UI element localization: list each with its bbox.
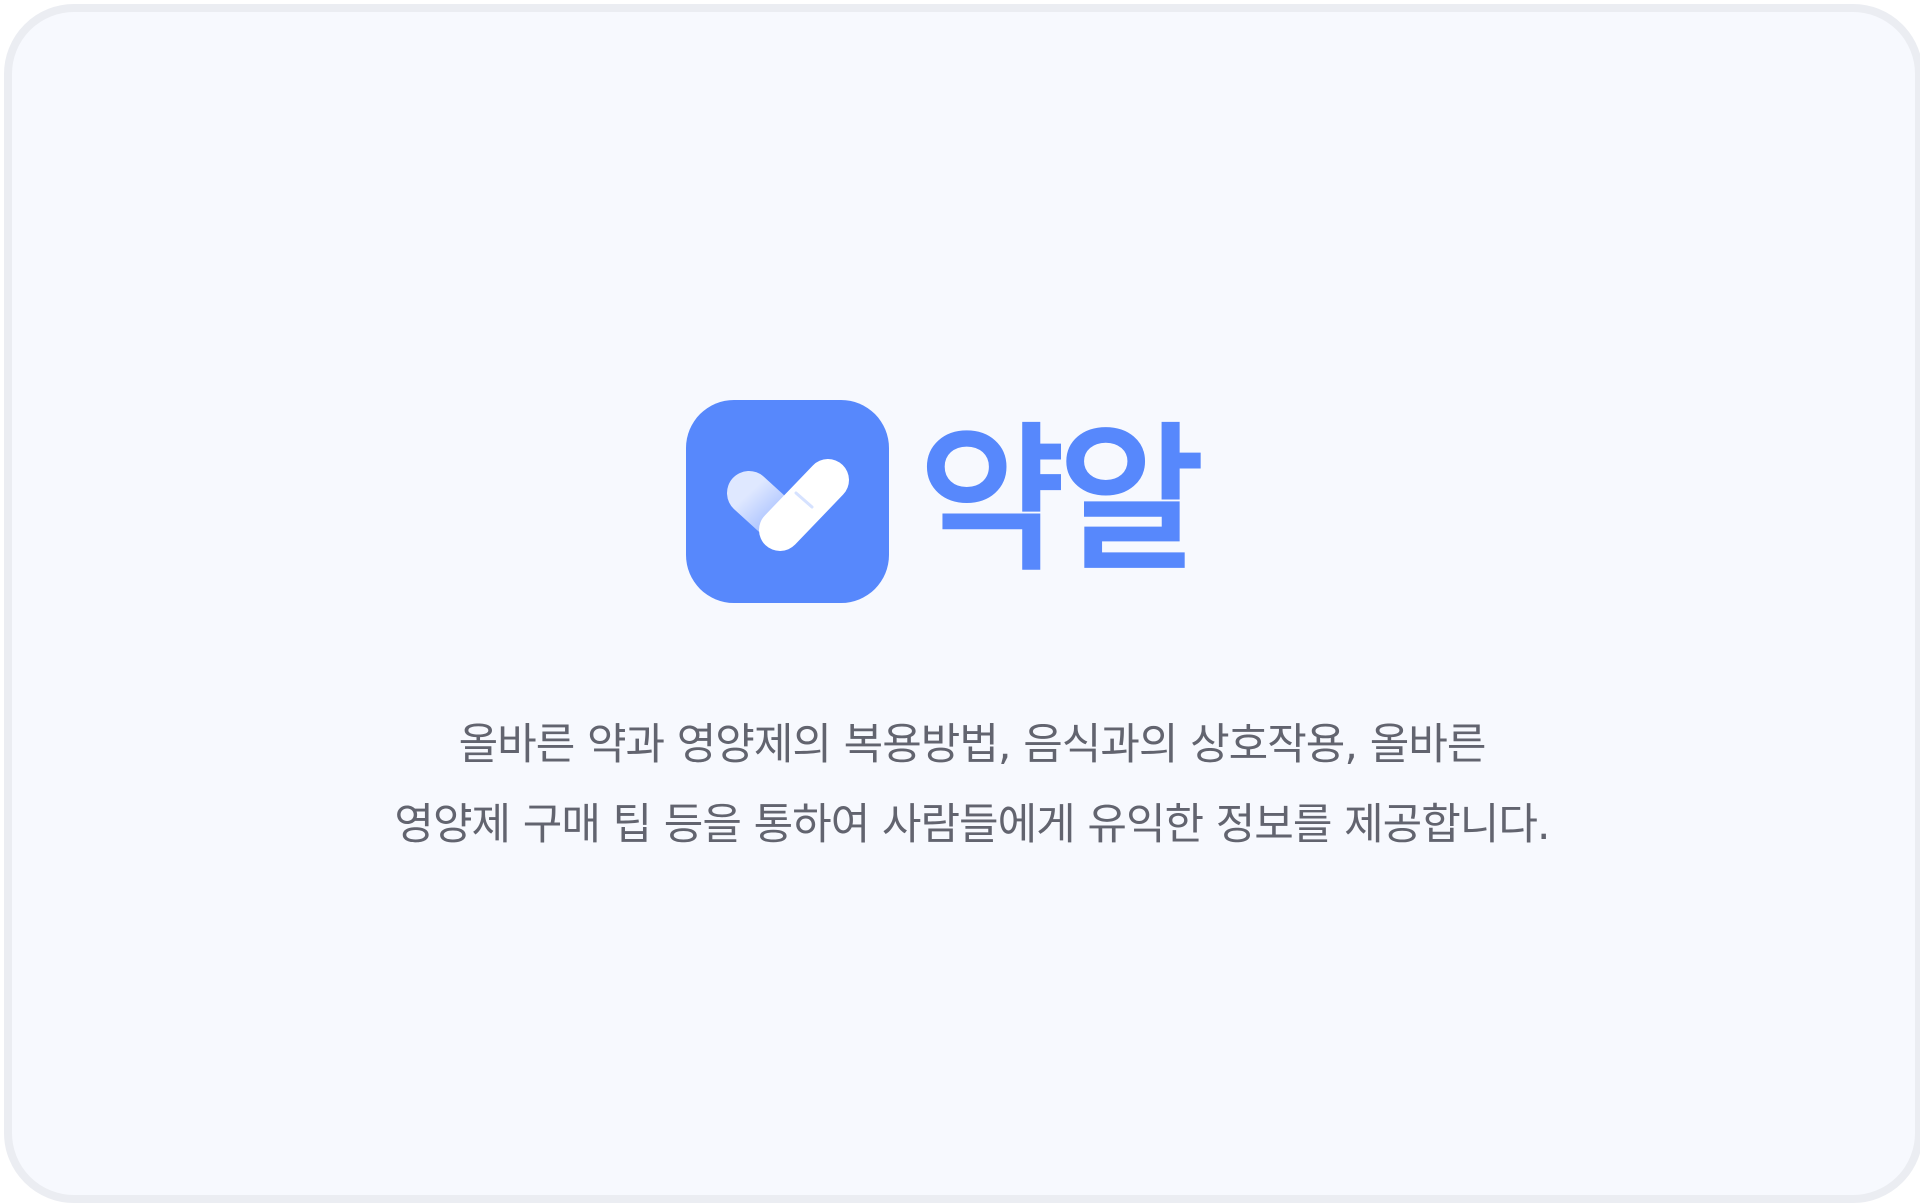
brand-logo: 약알 <box>686 396 1204 606</box>
splash-card: 약알 올바른 약과 영양제의 복용방법, 음식과의 상호작용, 올바른 영양제 … <box>4 4 1920 1203</box>
description-line-2: 영양제 구매 팁 등을 통하여 사람들에게 유익한 정보를 제공합니다. <box>394 800 1550 850</box>
description-line-1: 올바른 약과 영양제의 복용방법, 음식과의 상호작용, 올바른 <box>458 720 1487 770</box>
brand-name: 약알 <box>919 409 1204 593</box>
pill-check-icon <box>686 399 889 603</box>
app-description: 올바른 약과 영양제의 복용방법, 음식과의 상호작용, 올바른 영양제 구매 … <box>12 705 1920 865</box>
